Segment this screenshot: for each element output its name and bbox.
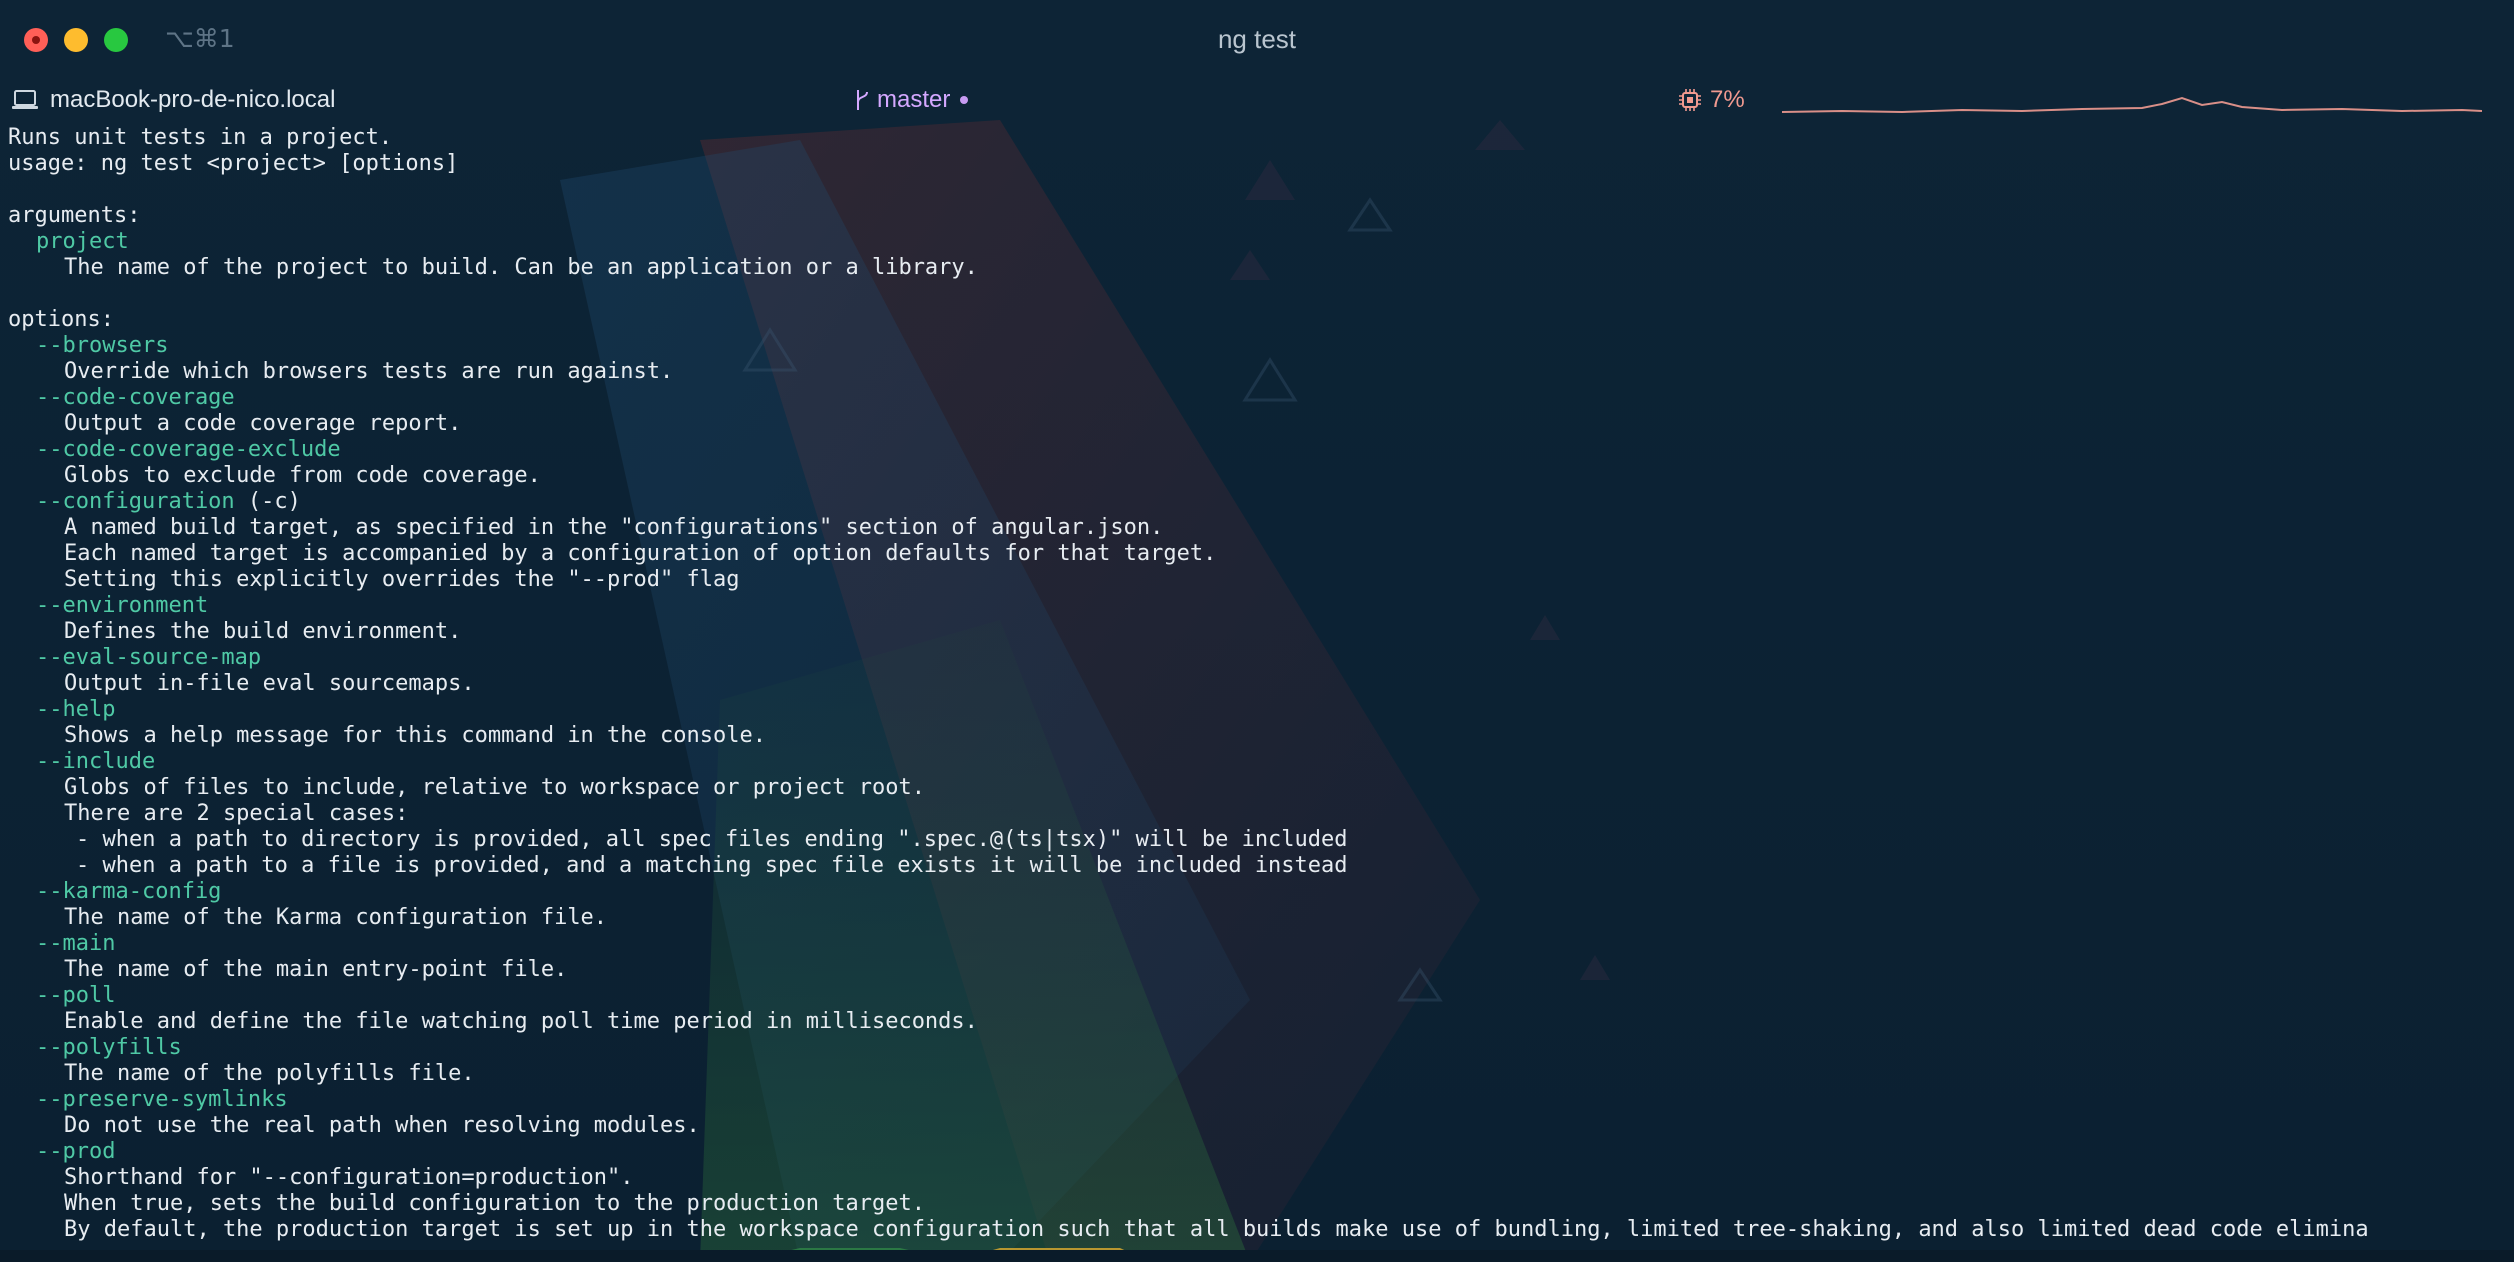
option-description: The name of the polyfills file. bbox=[64, 1061, 475, 1086]
option-flag: --code-coverage-exclude bbox=[8, 437, 2508, 463]
host-name: macBook-pro-de-nico.local bbox=[50, 86, 336, 113]
argument-name: project bbox=[36, 229, 129, 254]
option-flag: --browsers bbox=[8, 333, 2508, 359]
option-description: Each named target is accompanied by a co… bbox=[64, 541, 1217, 566]
option-flag: --polyfills bbox=[8, 1035, 2508, 1061]
option-description: By default, the production target is set… bbox=[64, 1217, 2369, 1242]
option-subcase: - when a path to directory is provided, … bbox=[76, 827, 1348, 852]
option-flag: --code-coverage bbox=[8, 385, 2508, 411]
option-flag-name: --poll bbox=[36, 983, 116, 1008]
option-flag-name: --help bbox=[36, 697, 116, 722]
intro-line: arguments: bbox=[8, 203, 141, 228]
option-flag: --main bbox=[8, 931, 2508, 957]
option-flag: --poll bbox=[8, 983, 2508, 1009]
option-flag-name: --eval-source-map bbox=[36, 645, 262, 670]
option-flag-name: --polyfills bbox=[36, 1035, 182, 1060]
option-flag-name: --karma-config bbox=[36, 879, 222, 904]
terminal-window: ⌥⌘1 ng test macBook-pro-de-nico.local ma… bbox=[0, 0, 2514, 1262]
option-description: Globs of files to include, relative to w… bbox=[64, 775, 925, 800]
branch-dirty-dot bbox=[960, 96, 969, 104]
argument-description: The name of the project to build. Can be… bbox=[64, 255, 978, 280]
branch-name: master bbox=[877, 86, 951, 113]
option-description: Do not use the real path when resolving … bbox=[64, 1113, 700, 1138]
window-title: ng test bbox=[1217, 24, 1297, 54]
option-flag-name: --preserve-symlinks bbox=[36, 1087, 288, 1112]
terminal-output[interactable]: Runs unit tests in a project. usage: ng t… bbox=[8, 125, 2508, 1243]
option-flag-name: --code-coverage-exclude bbox=[36, 437, 341, 462]
option-flag: --configuration (-c) bbox=[8, 489, 2508, 515]
option-flag-name: --code-coverage bbox=[36, 385, 235, 410]
cpu-sparkline bbox=[1782, 96, 2482, 114]
host-segment: macBook-pro-de-nico.local bbox=[12, 86, 335, 114]
git-branch-icon bbox=[857, 90, 868, 110]
option-flag-name: --include bbox=[36, 749, 156, 774]
option-description: Output a code coverage report. bbox=[64, 411, 462, 436]
option-flag-name: --main bbox=[36, 931, 116, 956]
cpu-segment: 7% bbox=[1678, 86, 1745, 114]
option-subcase: - when a path to a file is provided, and… bbox=[76, 853, 1348, 878]
option-flag-name: --environment bbox=[36, 593, 209, 618]
option-flag: --help bbox=[8, 697, 2508, 723]
option-flag: --karma-config bbox=[8, 879, 2508, 905]
intro-line: usage: ng test <project> [options] bbox=[8, 151, 459, 176]
title-bar: ⌥⌘1 ng test bbox=[0, 0, 2514, 80]
option-description: Shorthand for "--configuration=productio… bbox=[64, 1165, 634, 1190]
option-flag: --include bbox=[8, 749, 2508, 775]
intro-line: Runs unit tests in a project. bbox=[8, 125, 393, 150]
option-description: Override which browsers tests are run ag… bbox=[64, 359, 674, 384]
cpu-usage: 7% bbox=[1710, 86, 1745, 113]
option-description: Defines the build environment. bbox=[64, 619, 462, 644]
option-alias: (-c) bbox=[234, 489, 301, 514]
option-flag-name: --prod bbox=[36, 1139, 116, 1164]
option-description: The name of the main entry-point file. bbox=[64, 957, 568, 982]
cpu-chip-icon bbox=[1679, 89, 1701, 111]
option-flag: --eval-source-map bbox=[8, 645, 2508, 671]
option-flag: --prod bbox=[8, 1139, 2508, 1165]
intro-line bbox=[8, 177, 2508, 203]
option-description: There are 2 special cases: bbox=[64, 801, 409, 826]
bottom-divider bbox=[0, 1250, 2514, 1262]
options-header: options: bbox=[8, 307, 114, 332]
option-description: A named build target, as specified in th… bbox=[64, 515, 1164, 540]
laptop-icon bbox=[12, 90, 38, 109]
option-flag: --environment bbox=[8, 593, 2508, 619]
option-description: Globs to exclude from code coverage. bbox=[64, 463, 541, 488]
option-description: Setting this explicitly overrides the "-… bbox=[64, 567, 740, 592]
option-flag-name: --browsers bbox=[36, 333, 169, 358]
git-branch-segment: master bbox=[853, 86, 969, 114]
option-description: The name of the Karma configuration file… bbox=[64, 905, 608, 930]
option-description: When true, sets the build configuration … bbox=[64, 1191, 925, 1216]
option-description: Output in-file eval sourcemaps. bbox=[64, 671, 475, 696]
option-description: Shows a help message for this command in… bbox=[64, 723, 766, 748]
option-flag: --preserve-symlinks bbox=[8, 1087, 2508, 1113]
option-flag-name: --configuration bbox=[36, 489, 235, 514]
option-description: Enable and define the file watching poll… bbox=[64, 1009, 978, 1034]
